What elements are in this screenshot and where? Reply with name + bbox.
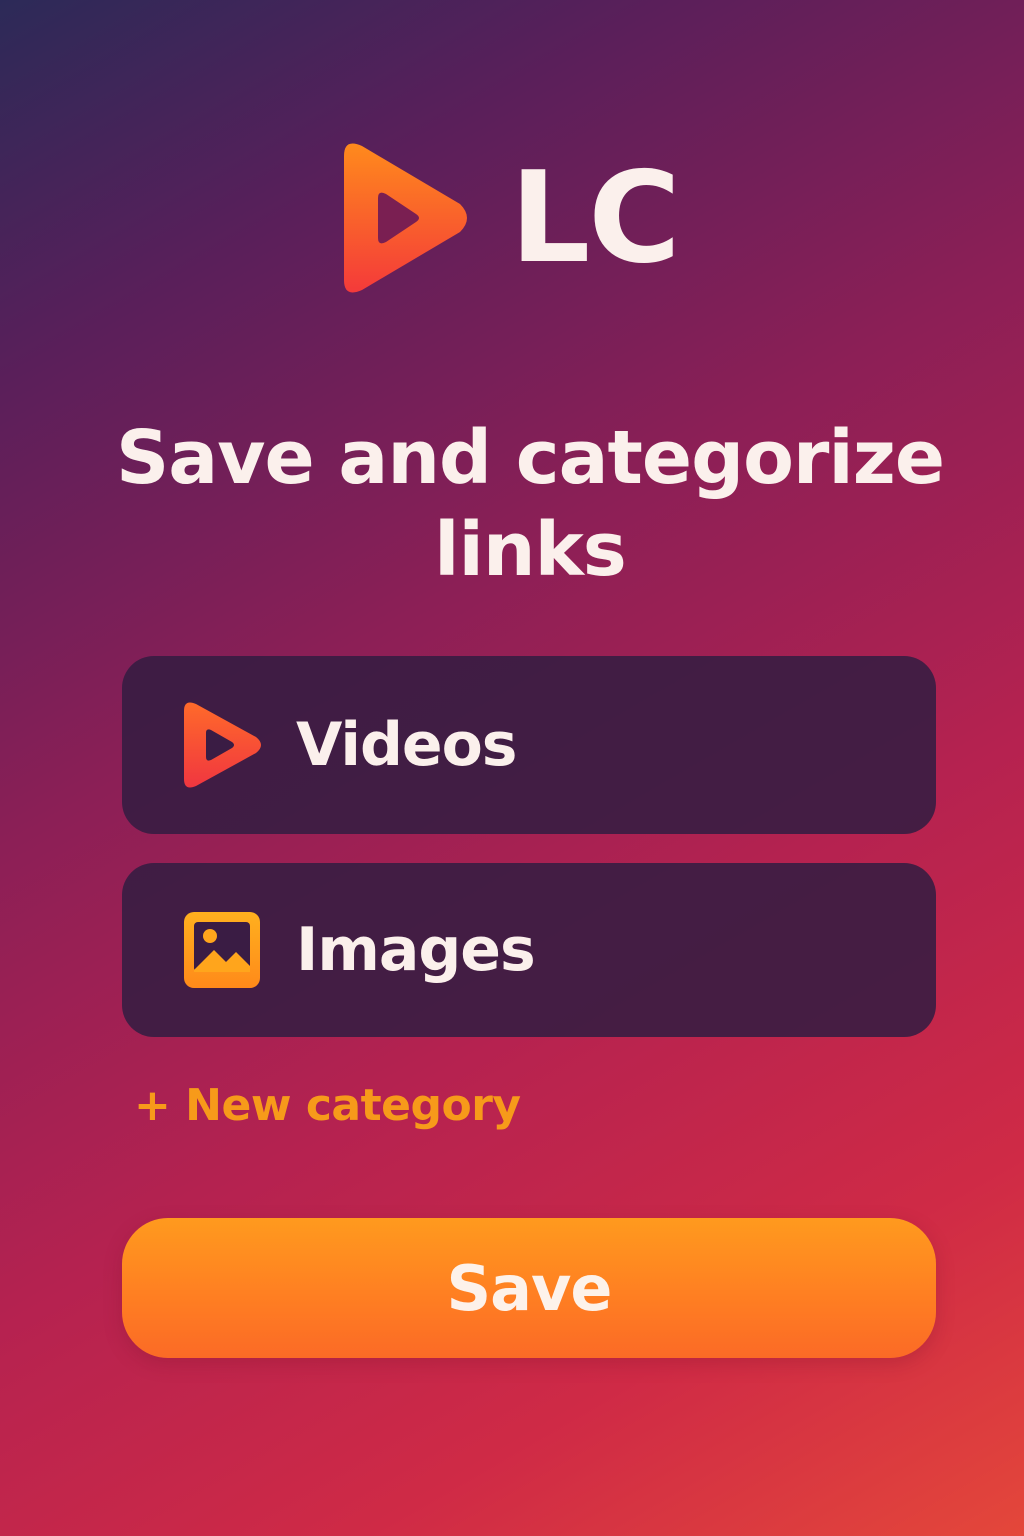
image-icon bbox=[184, 912, 260, 988]
category-videos[interactable]: Videos bbox=[122, 656, 936, 834]
category-videos-label: Videos bbox=[296, 710, 518, 780]
new-category-link[interactable]: + New category bbox=[134, 1080, 521, 1131]
page-title-line-2: links bbox=[434, 507, 627, 593]
app-root: LC Save and categorize links Videos Imag… bbox=[0, 0, 1024, 1536]
app-logo: LC bbox=[340, 138, 700, 298]
category-images-label: Images bbox=[296, 915, 536, 985]
save-button[interactable]: Save bbox=[122, 1218, 936, 1358]
page-title-line-1: Save and categorize bbox=[115, 415, 945, 501]
play-logo-icon bbox=[344, 143, 467, 293]
page-title: Save and categorize links bbox=[60, 412, 1000, 596]
category-images[interactable]: Images bbox=[122, 863, 936, 1037]
play-icon bbox=[184, 702, 261, 788]
app-logo-text: LC bbox=[510, 144, 681, 291]
